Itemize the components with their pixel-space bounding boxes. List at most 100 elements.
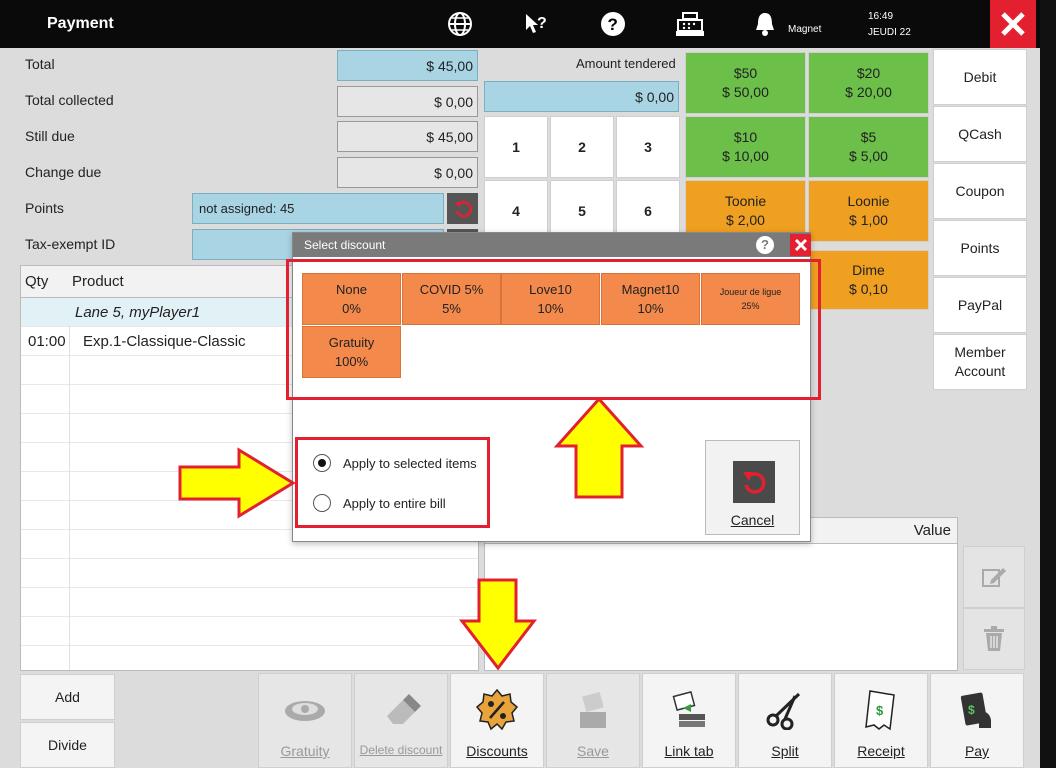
cash-amount: $ 20,00: [845, 84, 892, 100]
close-icon: [794, 238, 807, 252]
pay-label: Pay: [964, 743, 990, 759]
arrow-up-annotation: [554, 396, 644, 499]
undo-icon: [733, 461, 775, 503]
link-tab-icon: [643, 688, 735, 732]
row-product: Exp.1-Classique-Classic: [83, 333, 246, 350]
globe-icon[interactable]: [444, 8, 476, 40]
total-label: Total: [25, 56, 55, 72]
delete-discount-button[interactable]: Delete discount: [354, 673, 448, 768]
gratuity-button[interactable]: Gratuity: [258, 673, 352, 768]
discounts-button[interactable]: Discounts: [450, 673, 544, 768]
cancel-label: Cancel: [730, 512, 775, 528]
payment-debit-button[interactable]: Debit: [933, 49, 1027, 105]
cash-title: $50: [733, 65, 758, 81]
help-cursor-icon[interactable]: ?: [520, 8, 552, 40]
add-button[interactable]: Add: [20, 674, 115, 720]
due-value: $ 45,00: [337, 121, 478, 152]
scissors-icon: [739, 688, 831, 732]
payment-qcash-button[interactable]: QCash: [933, 106, 1027, 162]
cash-10-button[interactable]: $10 $ 10,00: [685, 116, 806, 178]
clock: 16:49 JEUDI 22: [868, 9, 911, 41]
cash-amount: $ 50,00: [722, 84, 769, 100]
product-header: Product: [72, 273, 124, 290]
points-label: Points: [25, 200, 64, 216]
cash-register-icon[interactable]: [674, 8, 706, 40]
clock-date: JEUDI 22: [868, 27, 911, 38]
dialog-close-button[interactable]: [790, 234, 811, 256]
pay-icon: $: [931, 688, 1023, 732]
key-3[interactable]: 3: [616, 116, 680, 178]
cash-title: Dime: [852, 262, 885, 278]
payment-points-button[interactable]: Points: [933, 220, 1027, 276]
payment-paypal-button[interactable]: PayPal: [933, 277, 1027, 333]
split-label: Split: [771, 743, 799, 759]
pay-button[interactable]: $ Pay: [930, 673, 1024, 768]
arrow-right-annotation: [178, 447, 296, 519]
collected-value: $ 0,00: [337, 86, 478, 117]
qty-header: Qty: [25, 273, 49, 290]
amount-tendered-label: Amount tendered: [576, 56, 676, 71]
link-tab-label: Link tab: [664, 743, 714, 759]
cash-loonie-button[interactable]: Loonie $ 1,00: [808, 180, 929, 242]
question-icon[interactable]: ?: [597, 8, 629, 40]
discounts-highlight-box: [286, 259, 821, 400]
link-tab-button[interactable]: Link tab: [642, 673, 736, 768]
receipt-button[interactable]: $ Receipt: [834, 673, 928, 768]
cash-50-button[interactable]: $50 $ 50,00: [685, 52, 806, 114]
user-label: Magnet: [788, 24, 822, 35]
cash-title: Loonie: [847, 193, 890, 209]
edit-icon: [982, 568, 1006, 587]
gratuity-label: Gratuity: [280, 743, 330, 759]
trash-icon: [984, 626, 1004, 651]
svg-text:?: ?: [537, 15, 547, 32]
taxid-label: Tax-exempt ID: [25, 236, 116, 252]
edit-button[interactable]: [963, 546, 1025, 608]
dialog-title-bar: Select discount ?: [293, 233, 811, 257]
cash-amount: $ 0,10: [849, 281, 888, 297]
save-button[interactable]: Save: [546, 673, 640, 768]
points-undo-button[interactable]: [447, 193, 478, 224]
bell-icon[interactable]: [749, 8, 781, 40]
cancel-button[interactable]: Cancel: [705, 440, 800, 535]
discount-icon: [451, 688, 543, 732]
close-icon: [1001, 12, 1025, 36]
row-qty: 01:00: [28, 333, 66, 350]
undo-icon: [454, 200, 472, 217]
key-1[interactable]: 1: [484, 116, 548, 178]
due-label: Still due: [25, 128, 75, 144]
points-field[interactable]: not assigned: 45: [192, 193, 444, 224]
window-edge: [1040, 0, 1056, 768]
dialog-help-icon[interactable]: ?: [756, 236, 774, 254]
delete-button[interactable]: [963, 608, 1025, 670]
cash-title: $5: [860, 129, 877, 145]
cash-5-button[interactable]: $5 $ 5,00: [808, 116, 929, 178]
apply-options-highlight-box: [295, 437, 490, 528]
svg-text:$: $: [876, 703, 884, 718]
arrow-down-annotation: [459, 578, 537, 671]
save-icon: [547, 688, 639, 732]
group-label: Lane 5, myPlayer1: [75, 304, 201, 321]
cash-title: $20: [856, 65, 881, 81]
cash-amount: $ 2,00: [726, 212, 765, 228]
receipt-icon: $: [835, 688, 927, 732]
divide-button[interactable]: Divide: [20, 722, 115, 768]
payment-coupon-button[interactable]: Coupon: [933, 163, 1027, 219]
total-value: $ 45,00: [337, 50, 478, 81]
split-button[interactable]: Split: [738, 673, 832, 768]
receipt-label: Receipt: [857, 743, 905, 759]
page-title: Payment: [47, 15, 114, 32]
cash-amount: $ 5,00: [849, 148, 888, 164]
eraser-icon: [355, 688, 447, 732]
value-header-label: Value: [913, 522, 951, 539]
cash-amount: $ 10,00: [722, 148, 769, 164]
cash-title: Toonie: [724, 193, 767, 209]
cash-title: $10: [733, 129, 758, 145]
discounts-label: Discounts: [466, 743, 528, 759]
key-2[interactable]: 2: [550, 116, 614, 178]
cash-dime-button[interactable]: Dime $ 0,10: [808, 250, 929, 310]
gratuity-icon: [259, 688, 351, 732]
cash-20-button[interactable]: $20 $ 20,00: [808, 52, 929, 114]
payment-member-account-button[interactable]: Member Account: [933, 334, 1027, 390]
close-button[interactable]: [990, 0, 1036, 48]
amount-tendered-field[interactable]: $ 0,00: [484, 81, 679, 112]
